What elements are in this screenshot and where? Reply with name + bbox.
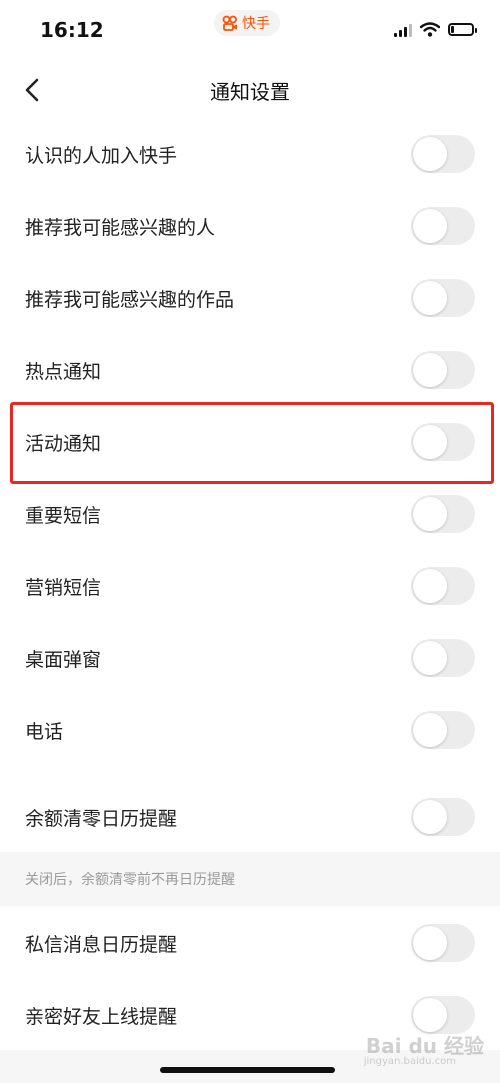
toggle-switch[interactable] — [411, 798, 475, 836]
toggle-switch[interactable] — [411, 567, 475, 605]
setting-row-important-sms: 重要短信 — [0, 478, 500, 550]
toggle-switch[interactable] — [411, 711, 475, 749]
kuaishou-logo-icon — [222, 15, 237, 31]
setting-label: 私信消息日历提醒 — [25, 933, 178, 956]
toggle-knob — [413, 713, 447, 747]
toggle-knob — [413, 926, 447, 960]
app-return-pill[interactable]: 快手 — [214, 10, 280, 36]
setting-row-marketing-sms: 营销短信 — [0, 550, 500, 622]
toggle-switch[interactable] — [411, 351, 475, 389]
status-time: 16:12 — [40, 18, 104, 42]
setting-label: 桌面弹窗 — [25, 648, 102, 671]
toggle-switch[interactable] — [411, 207, 475, 245]
toggle-switch[interactable] — [411, 135, 475, 173]
setting-row-message-reminder: 私信消息日历提醒 — [0, 907, 500, 979]
toggle-switch[interactable] — [411, 924, 475, 962]
setting-row-desktop-popup: 桌面弹窗 — [0, 622, 500, 694]
setting-label: 热点通知 — [25, 360, 102, 383]
setting-label: 重要短信 — [25, 504, 102, 527]
toggle-knob — [413, 137, 447, 171]
toggle-knob — [413, 281, 447, 315]
toggle-knob — [413, 353, 447, 387]
watermark-url: jingyan.baidu.com — [363, 1056, 456, 1067]
home-indicator[interactable] — [160, 1067, 335, 1073]
setting-label: 余额清零日历提醒 — [25, 807, 178, 830]
toggle-knob — [413, 209, 447, 243]
status-icons — [394, 22, 477, 37]
nav-bar: 通知设置 — [0, 64, 500, 116]
toggle-knob — [413, 425, 447, 459]
setting-label: 电话 — [25, 720, 64, 743]
toggle-switch[interactable] — [411, 495, 475, 533]
battery-level — [451, 26, 454, 33]
setting-row-recommend-works: 推荐我可能感兴趣的作品 — [0, 262, 500, 334]
toggle-switch[interactable] — [411, 279, 475, 317]
setting-row-balance-reminder: 余额清零日历提醒 — [0, 781, 500, 853]
toggle-knob — [413, 497, 447, 531]
toggle-switch[interactable] — [411, 639, 475, 677]
toggle-switch[interactable] — [411, 423, 475, 461]
status-bar: 16:12 快手 — [0, 0, 500, 64]
setting-label: 活动通知 — [25, 432, 102, 455]
setting-label: 推荐我可能感兴趣的人 — [25, 216, 216, 239]
setting-row-hot-topics: 热点通知 — [0, 334, 500, 406]
setting-row-known-people: 认识的人加入快手 — [0, 118, 500, 190]
setting-row-recommend-people: 推荐我可能感兴趣的人 — [0, 190, 500, 262]
setting-label: 亲密好友上线提醒 — [25, 1005, 178, 1028]
wifi-icon — [420, 22, 440, 37]
battery-icon — [448, 23, 477, 36]
setting-label: 营销短信 — [25, 576, 102, 599]
hint-text: 关闭后，余额清零前不再日历提醒 — [25, 872, 235, 888]
app-name: 快手 — [242, 16, 270, 32]
setting-label: 认识的人加入快手 — [25, 144, 178, 167]
watermark-logo: Bai du 经验 — [365, 1034, 484, 1058]
setting-label: 推荐我可能感兴趣的作品 — [25, 288, 235, 311]
toggle-knob — [413, 998, 447, 1032]
toggle-knob — [413, 569, 447, 603]
toggle-switch[interactable] — [411, 996, 475, 1034]
setting-row-phone: 电话 — [0, 694, 500, 766]
toggle-knob — [413, 800, 447, 834]
cellular-signal-icon — [394, 23, 412, 37]
setting-row-activity: 活动通知 — [0, 406, 500, 478]
page-title: 通知设置 — [210, 80, 290, 104]
hint-section: 关闭后，余额清零前不再日历提醒 — [0, 852, 500, 906]
toggle-knob — [413, 641, 447, 675]
